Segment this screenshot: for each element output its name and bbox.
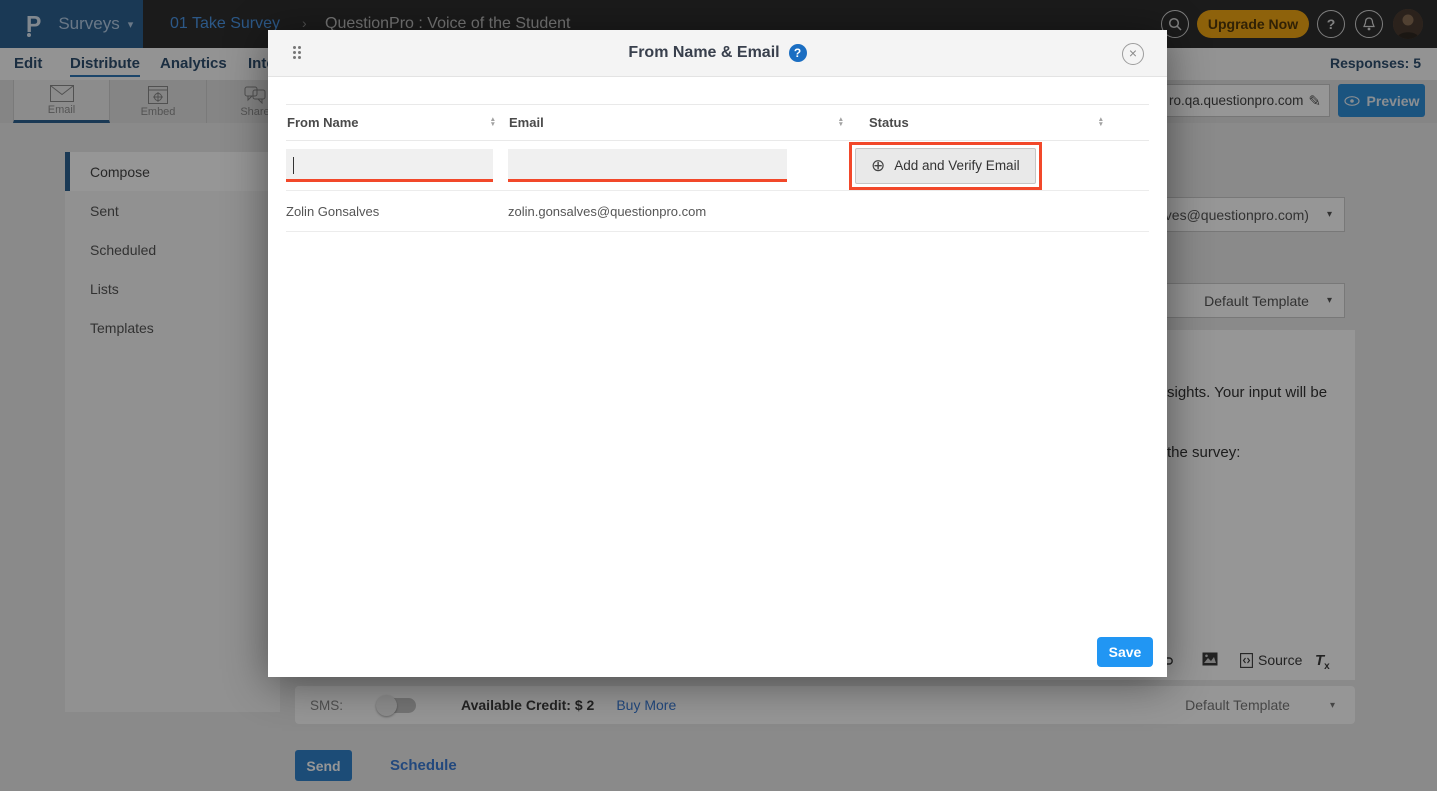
column-header-email[interactable]: Email ▲ ▼ [508, 115, 868, 130]
column-label: Email [509, 115, 544, 130]
modal-close-button[interactable]: × [1122, 43, 1144, 65]
email-input[interactable] [508, 149, 787, 182]
column-header-from-name[interactable]: From Name ▲ ▼ [286, 115, 508, 130]
modal-header: From Name & Email ? × [268, 30, 1167, 77]
drag-handle-icon[interactable] [293, 46, 301, 59]
from-name-email-modal: From Name & Email ? × From Name ▲ ▼ Email [268, 30, 1167, 677]
column-label: From Name [287, 115, 359, 130]
table-header-row: From Name ▲ ▼ Email ▲ ▼ Status ▲ ▼ [286, 104, 1149, 141]
modal-title: From Name & Email [628, 44, 780, 61]
modal-help-button[interactable]: ? [788, 44, 807, 62]
save-button[interactable]: Save [1097, 637, 1153, 667]
add-and-verify-email-button[interactable]: ⊕ Add and Verify Email [855, 147, 1036, 184]
close-icon: × [1128, 45, 1138, 61]
plus-circle-icon: ⊕ [871, 156, 886, 175]
new-entry-row: ⊕ Add and Verify Email [286, 141, 1149, 191]
app-root: P Surveys ▾ 01 Take Survey › QuestionPro… [0, 0, 1437, 791]
row-email: zolin.gonsalves@questionpro.com [508, 203, 707, 219]
row-from-name: Zolin Gonsalves [286, 203, 380, 219]
from-name-input[interactable] [286, 149, 493, 182]
column-label: Status [869, 115, 909, 130]
sort-icon: ▲ ▼ [489, 115, 496, 128]
add-and-verify-email-label: Add and Verify Email [894, 158, 1020, 173]
sort-icon: ▲ ▼ [837, 115, 844, 128]
highlight-annotation: ⊕ Add and Verify Email [849, 141, 1042, 190]
question-icon: ? [793, 46, 802, 60]
column-header-status[interactable]: Status ▲ ▼ [868, 115, 1149, 130]
sort-icon: ▲ ▼ [1097, 115, 1104, 128]
table-row: Zolin Gonsalves zolin.gonsalves@question… [286, 191, 1149, 232]
text-caret [293, 157, 294, 174]
from-email-table: From Name ▲ ▼ Email ▲ ▼ Status ▲ ▼ ⊕ Add… [286, 104, 1149, 232]
